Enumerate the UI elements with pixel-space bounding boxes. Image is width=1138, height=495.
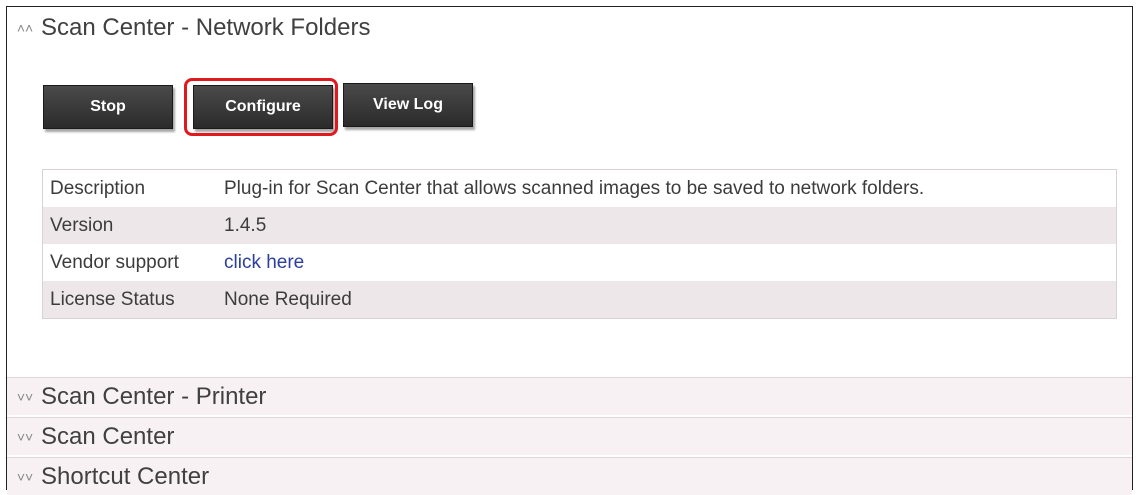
detail-value: Plug-in for Scan Center that allows scan… — [224, 177, 925, 199]
detail-key: License Status — [42, 281, 217, 319]
plugin-details-table: Description Plug-in for Scan Center that… — [42, 169, 1117, 319]
vendor-support-link[interactable]: click here — [224, 252, 304, 273]
table-row: Version 1.4.5 — [42, 207, 1117, 244]
detail-value: 1.4.5 — [217, 207, 1117, 244]
double-chevron-up-icon[interactable]: ˄˄ — [13, 20, 37, 36]
detail-key: Version — [42, 207, 217, 244]
detail-key: Vendor support — [50, 251, 179, 273]
plugin-panel: ˄˄ Scan Center - Network Folders Stop Co… — [6, 6, 1133, 495]
configure-button[interactable]: Configure — [193, 85, 333, 129]
detail-key: Description — [50, 177, 146, 199]
double-chevron-down-icon[interactable]: ˅˅ — [13, 429, 37, 445]
section-header-printer[interactable]: ˅˅ Scan Center - Printer — [7, 377, 1132, 415]
detail-value: None Required — [217, 281, 1117, 319]
stop-button[interactable]: Stop — [43, 85, 173, 129]
section-header-shortcut-center[interactable]: ˅˅ Shortcut Center — [7, 457, 1132, 495]
double-chevron-down-icon[interactable]: ˅˅ — [13, 469, 37, 485]
table-row: Vendor support click here — [43, 244, 1117, 281]
detail-value-cell: click here — [217, 244, 1117, 281]
table-row: License Status None Required — [42, 281, 1117, 319]
section-title: Shortcut Center — [41, 462, 210, 490]
view-log-button[interactable]: View Log — [343, 83, 473, 127]
section-title: Scan Center - Printer — [41, 382, 267, 410]
section-title: Scan Center — [41, 422, 175, 450]
table-row: Description Plug-in for Scan Center that… — [43, 170, 1117, 208]
section-header-network-folders[interactable]: ˄˄ Scan Center - Network Folders — [7, 9, 1127, 47]
section-title: Scan Center - Network Folders — [41, 14, 371, 41]
section-header-scan-center[interactable]: ˅˅ Scan Center — [7, 417, 1132, 455]
double-chevron-down-icon[interactable]: ˅˅ — [13, 389, 37, 405]
